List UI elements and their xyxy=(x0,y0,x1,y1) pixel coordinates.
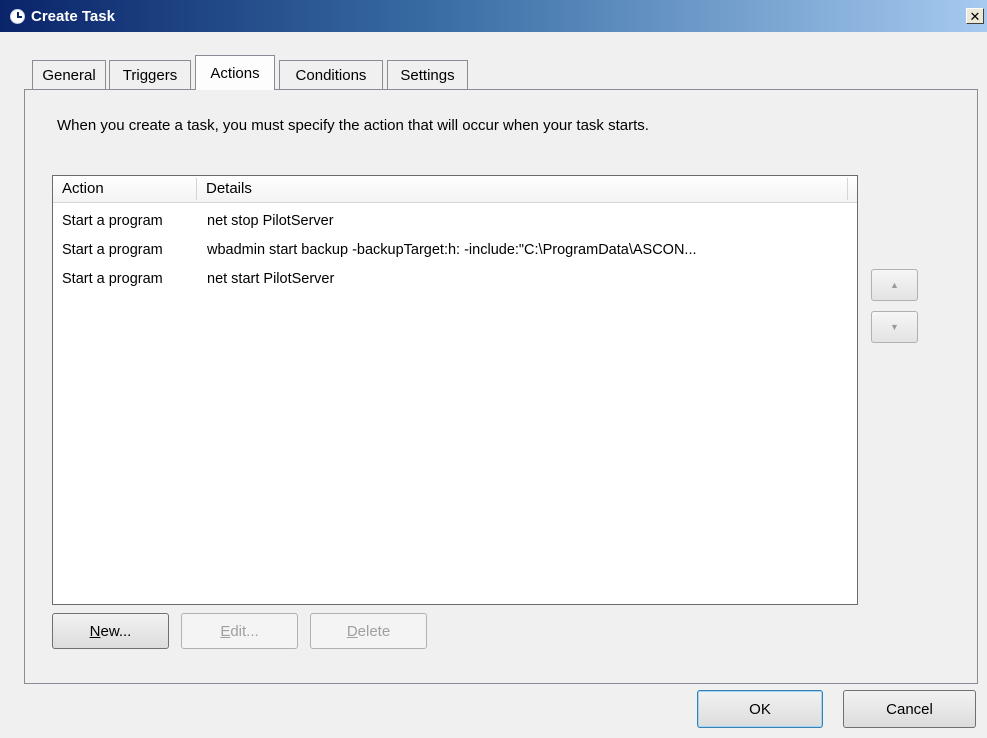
details-cell: wbadmin start backup -backupTarget:h: -i… xyxy=(207,242,697,258)
column-separator[interactable] xyxy=(847,178,848,200)
details-cell: net stop PilotServer xyxy=(207,213,334,229)
actions-description: When you create a task, you must specify… xyxy=(57,117,649,134)
table-row[interactable]: Start a program net stop PilotServer xyxy=(53,208,857,235)
window-title: Create Task xyxy=(31,7,115,25)
details-cell: net start PilotServer xyxy=(207,271,335,287)
tab-conditions[interactable]: Conditions xyxy=(279,60,383,89)
button-label: elete xyxy=(357,622,391,640)
actions-list[interactable]: Action Details Start a program net stop … xyxy=(52,175,858,605)
clock-icon xyxy=(10,8,25,24)
delete-button[interactable]: Delete xyxy=(310,613,427,649)
mnemonic: E xyxy=(220,622,231,640)
table-row[interactable]: Start a program wbadmin start backup -ba… xyxy=(53,237,857,264)
mnemonic: D xyxy=(346,622,358,640)
button-label: ew... xyxy=(100,622,132,640)
action-cell: Start a program xyxy=(62,213,163,229)
list-header: Action Details xyxy=(53,176,857,203)
ok-button[interactable]: OK xyxy=(697,690,823,728)
move-up-button[interactable]: ▲ xyxy=(871,269,918,301)
move-down-button[interactable]: ▼ xyxy=(871,311,918,343)
tab-general[interactable]: General xyxy=(32,60,106,89)
button-label: dit... xyxy=(230,622,259,640)
action-cell: Start a program xyxy=(62,271,163,287)
close-button[interactable]: ✕ xyxy=(966,8,984,24)
tab-triggers[interactable]: Triggers xyxy=(109,60,191,89)
arrow-down-icon: ▼ xyxy=(890,322,899,332)
action-cell: Start a program xyxy=(62,242,163,258)
column-header-action[interactable]: Action xyxy=(53,176,196,202)
table-row[interactable]: Start a program net start PilotServer xyxy=(53,266,857,293)
new-button[interactable]: New... xyxy=(52,613,169,649)
tab-actions[interactable]: Actions xyxy=(195,55,275,90)
cancel-button[interactable]: Cancel xyxy=(843,690,976,728)
edit-button[interactable]: Edit... xyxy=(181,613,298,649)
arrow-up-icon: ▲ xyxy=(890,280,899,290)
column-header-details[interactable]: Details xyxy=(197,176,847,202)
tab-settings[interactable]: Settings xyxy=(387,60,468,89)
title-bar: Create Task ✕ xyxy=(0,0,987,32)
mnemonic: N xyxy=(89,622,101,640)
